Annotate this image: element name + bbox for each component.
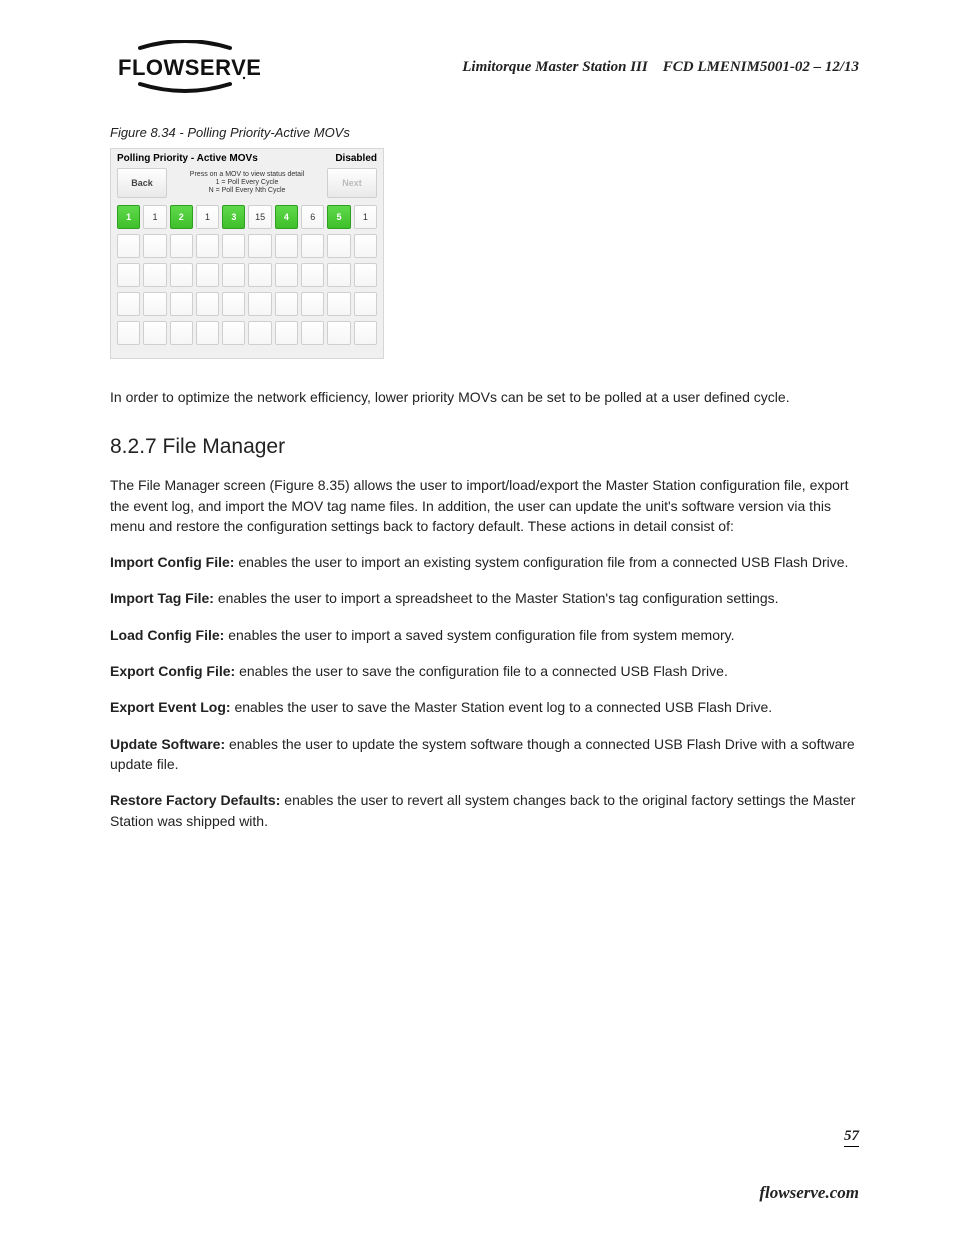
empty-cell[interactable]	[143, 292, 166, 316]
empty-cell[interactable]	[143, 321, 166, 345]
empty-cell[interactable]	[275, 234, 298, 258]
feature-item: Import Tag File: enables the user to imp…	[110, 588, 859, 608]
panel-title: Polling Priority - Active MOVs	[117, 153, 258, 164]
empty-cell[interactable]	[222, 234, 245, 258]
feature-item: Import Config File: enables the user to …	[110, 552, 859, 572]
mov-cell[interactable]: 1	[117, 205, 140, 229]
empty-cell[interactable]	[275, 263, 298, 287]
empty-cell[interactable]	[301, 234, 324, 258]
panel-status: Disabled	[335, 153, 377, 164]
mov-value-cell[interactable]: 1	[354, 205, 377, 229]
polling-priority-panel: Polling Priority - Active MOVs Disabled …	[110, 148, 384, 359]
logo-text: FLOWSERVE	[118, 55, 260, 80]
mov-value-cell[interactable]: 6	[301, 205, 324, 229]
empty-cell[interactable]	[327, 321, 350, 345]
empty-cell[interactable]	[170, 321, 193, 345]
empty-cell[interactable]	[117, 321, 140, 345]
empty-cell[interactable]	[327, 292, 350, 316]
section-intro: The File Manager screen (Figure 8.35) al…	[110, 475, 859, 536]
empty-cell[interactable]	[248, 263, 271, 287]
empty-cell[interactable]	[248, 321, 271, 345]
empty-cell[interactable]	[117, 263, 140, 287]
empty-cell[interactable]	[354, 263, 377, 287]
empty-cell[interactable]	[354, 321, 377, 345]
feature-item: Export Event Log: enables the user to sa…	[110, 697, 859, 717]
empty-cell[interactable]	[248, 234, 271, 258]
empty-cell[interactable]	[196, 292, 219, 316]
intro-paragraph: In order to optimize the network efficie…	[110, 387, 859, 407]
empty-cell[interactable]	[327, 234, 350, 258]
empty-cell[interactable]	[170, 263, 193, 287]
next-button[interactable]: Next	[327, 168, 377, 198]
feature-item: Restore Factory Defaults: enables the us…	[110, 790, 859, 831]
panel-instructions: Press on a MOV to view status detail 1 =…	[171, 168, 323, 198]
empty-cell[interactable]	[354, 234, 377, 258]
empty-cell[interactable]	[222, 321, 245, 345]
empty-cell[interactable]	[170, 234, 193, 258]
empty-cell[interactable]	[327, 263, 350, 287]
feature-item: Update Software: enables the user to upd…	[110, 734, 859, 775]
empty-cell[interactable]	[196, 234, 219, 258]
figure-caption: Figure 8.34 - Polling Priority-Active MO…	[110, 125, 859, 140]
footer-url: flowserve.com	[759, 1183, 859, 1203]
page-number: 57	[844, 1128, 859, 1147]
empty-cell[interactable]	[301, 292, 324, 316]
mov-cell[interactable]: 4	[275, 205, 298, 229]
empty-cell[interactable]	[143, 263, 166, 287]
section-heading: 8.2.7 File Manager	[110, 435, 859, 459]
mov-value-cell[interactable]: 15	[248, 205, 271, 229]
mov-value-cell[interactable]: 1	[196, 205, 219, 229]
empty-cell[interactable]	[117, 292, 140, 316]
mov-value-cell[interactable]: 1	[143, 205, 166, 229]
document-id: Limitorque Master Station III FCD LMENIM…	[462, 59, 859, 76]
feature-item: Export Config File: enables the user to …	[110, 661, 859, 681]
empty-cell[interactable]	[117, 234, 140, 258]
mov-grid: 11213154651	[111, 202, 383, 358]
empty-cell[interactable]	[275, 321, 298, 345]
back-button[interactable]: Back	[117, 168, 167, 198]
empty-cell[interactable]	[222, 292, 245, 316]
mov-cell[interactable]: 3	[222, 205, 245, 229]
empty-cell[interactable]	[301, 321, 324, 345]
empty-cell[interactable]	[170, 292, 193, 316]
empty-cell[interactable]	[354, 292, 377, 316]
page-header: FLOWSERVE Limitorque Master Station III …	[110, 40, 859, 95]
empty-cell[interactable]	[275, 292, 298, 316]
empty-cell[interactable]	[301, 263, 324, 287]
empty-cell[interactable]	[222, 263, 245, 287]
empty-cell[interactable]	[196, 263, 219, 287]
empty-cell[interactable]	[196, 321, 219, 345]
mov-cell[interactable]: 2	[170, 205, 193, 229]
empty-cell[interactable]	[143, 234, 166, 258]
mov-cell[interactable]: 5	[327, 205, 350, 229]
empty-cell[interactable]	[248, 292, 271, 316]
flowserve-logo: FLOWSERVE	[110, 40, 260, 95]
feature-item: Load Config File: enables the user to im…	[110, 625, 859, 645]
